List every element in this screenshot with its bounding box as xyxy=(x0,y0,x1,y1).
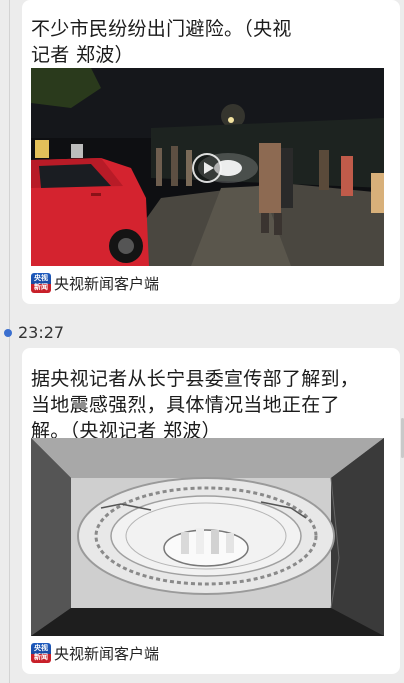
news-source-2[interactable]: 央视 新闻 央视新闻客户端 xyxy=(31,642,159,664)
news-card-1[interactable]: 不少市民纷纷出门避险。（央视 记者 郑波） 央视 新闻 央视新闻客户端 xyxy=(22,0,400,304)
news-image-2[interactable] xyxy=(31,438,384,636)
timestamp-row: 23:27 xyxy=(4,323,64,342)
news-source-1[interactable]: 央视 新闻 央视新闻客户端 xyxy=(31,272,159,294)
news-text-2-line-1: 据央视记者从长宁县委宣传部了解到， xyxy=(31,368,360,390)
logo-text-top: 央视 xyxy=(34,274,48,282)
news-text-2: 据央视记者从长宁县委宣传部了解到， 当地震感强烈，具体情况当地正在了 解。（央视… xyxy=(22,348,400,444)
cracked-ceiling-chandelier-image xyxy=(31,438,384,636)
timestamp: 23:27 xyxy=(18,323,65,342)
cctv-news-logo-icon: 央视 新闻 xyxy=(31,273,51,293)
news-video-1[interactable] xyxy=(31,68,384,266)
logo-text-top: 央视 xyxy=(34,644,48,652)
news-timeline-page: 不少市民纷纷出门避险。（央视 记者 郑波） 央视 新闻 央视新闻客户端 23:2… xyxy=(0,0,404,683)
news-text-1-line-2: 记者 郑波） xyxy=(31,44,134,66)
news-card-2[interactable]: 据央视记者从长宁县委宣传部了解到， 当地震感强烈，具体情况当地正在了 解。（央视… xyxy=(22,348,400,674)
news-source-label-2: 央视新闻客户端 xyxy=(54,644,160,663)
play-icon[interactable] xyxy=(192,153,222,183)
news-text-1: 不少市民纷纷出门避险。（央视 记者 郑波） xyxy=(22,0,400,68)
logo-text-bottom: 新闻 xyxy=(34,283,48,291)
news-text-2-line-2: 当地震感强烈，具体情况当地正在了 xyxy=(31,394,340,416)
news-source-label-1: 央视新闻客户端 xyxy=(54,274,160,293)
news-text-1-line-1: 不少市民纷纷出门避险。（央视 xyxy=(31,18,292,40)
logo-text-bottom: 新闻 xyxy=(34,653,48,661)
cctv-news-logo-icon: 央视 新闻 xyxy=(31,643,51,663)
timeline-dot xyxy=(4,328,12,337)
